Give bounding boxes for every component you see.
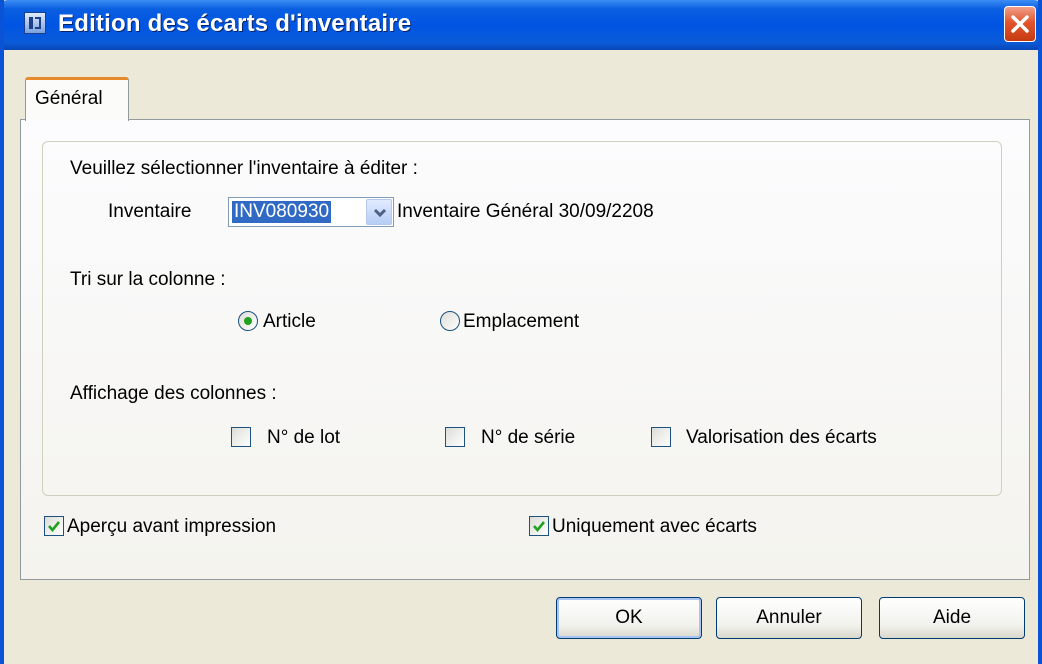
- combobox-dropdown-button[interactable]: [366, 199, 392, 225]
- checkmark-icon: [533, 521, 546, 533]
- checkbox-only-gaps-label[interactable]: Uniquement avec écarts: [552, 516, 757, 538]
- checkbox-serial-number[interactable]: [445, 427, 465, 447]
- title-bar: Edition des écarts d'inventaire: [0, 0, 1042, 50]
- window-border-right: [1038, 0, 1042, 664]
- ok-button[interactable]: OK: [556, 597, 702, 639]
- tab-general-label: Général: [35, 88, 103, 109]
- checkbox-only-gaps[interactable]: [529, 516, 549, 536]
- checkbox-lot-number[interactable]: [231, 427, 251, 447]
- inventory-field-label: Inventaire: [108, 201, 192, 222]
- app-icon: [24, 12, 46, 34]
- help-button[interactable]: Aide: [879, 597, 1025, 639]
- checkbox-lot-number-label[interactable]: N° de lot: [267, 427, 340, 449]
- checkbox-serial-number-label[interactable]: N° de série: [481, 427, 575, 449]
- chevron-down-icon: [373, 208, 387, 218]
- checkmark-icon: [48, 521, 61, 533]
- sort-label: Tri sur la colonne :: [70, 269, 226, 290]
- close-button[interactable]: [1004, 6, 1036, 42]
- inventory-selected-value: INV080930: [230, 200, 333, 224]
- checkbox-gap-valuation-label[interactable]: Valorisation des écarts: [686, 427, 877, 449]
- inventory-prompt: Veuillez sélectionner l'inventaire à édi…: [70, 158, 418, 179]
- radio-emplacement[interactable]: [440, 311, 460, 331]
- checkbox-print-preview-label[interactable]: Aperçu avant impression: [67, 516, 276, 538]
- window-title: Edition des écarts d'inventaire: [58, 10, 412, 37]
- radio-article-label[interactable]: Article: [263, 311, 316, 333]
- checkbox-print-preview[interactable]: [44, 516, 64, 536]
- checkbox-gap-valuation[interactable]: [651, 427, 671, 447]
- window-border-left: [0, 0, 4, 664]
- columns-label: Affichage des colonnes :: [70, 383, 277, 404]
- radio-emplacement-label[interactable]: Emplacement: [463, 311, 579, 333]
- cancel-button[interactable]: Annuler: [716, 597, 862, 639]
- inventory-combobox[interactable]: INV080930: [228, 197, 394, 227]
- close-icon: [1011, 15, 1029, 33]
- radio-article[interactable]: [238, 311, 258, 331]
- tab-general[interactable]: Général: [25, 77, 129, 121]
- inventory-description: Inventaire Général 30/09/2208: [397, 201, 654, 222]
